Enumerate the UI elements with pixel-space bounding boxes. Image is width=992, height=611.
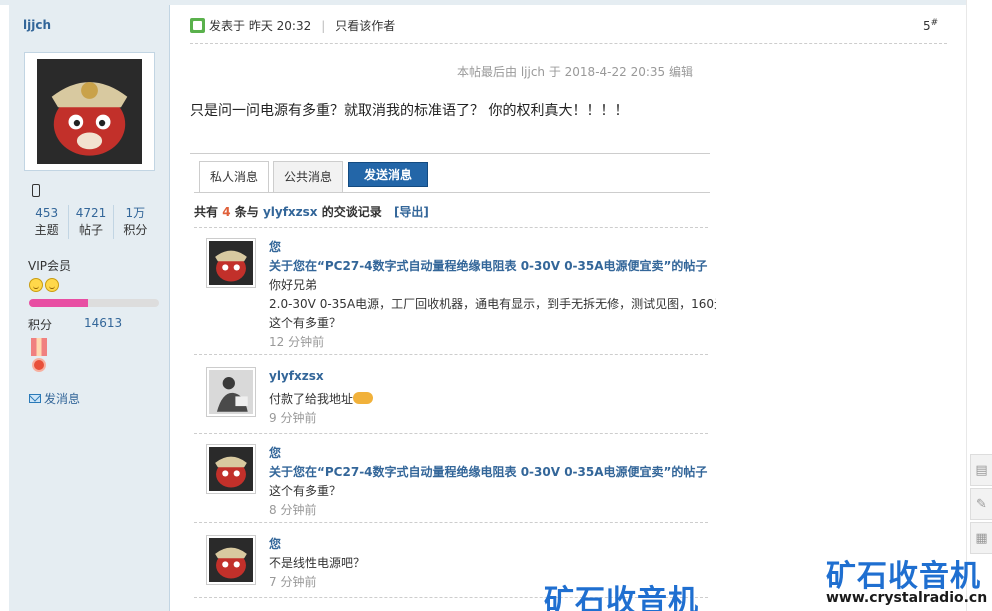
panel-top-line — [190, 153, 710, 154]
floor-value: 5 — [923, 19, 931, 33]
message-time: 8 分钟前 — [269, 503, 317, 516]
level-progress-bar — [29, 299, 159, 307]
post-meta: 发表于 昨天 20:32 | 只看该作者 — [190, 17, 395, 34]
stat-num: 1万 — [125, 206, 146, 220]
avatar[interactable] — [206, 238, 256, 288]
message-time: 12 分钟前 — [269, 335, 325, 348]
posted-time: 昨天 20:32 — [248, 19, 312, 33]
points-row: 积分 14613 — [28, 316, 122, 333]
author-sidebar: ljjch 453 主题 4721 帖子 1万 积分 VIP会员 积分 1461… — [9, 5, 170, 611]
watermark-center: 矿石收音机 — [544, 584, 699, 611]
message-sender[interactable]: 您 — [269, 238, 716, 257]
fox-avatar-image — [209, 447, 253, 491]
message-time: 9 分钟前 — [269, 411, 317, 425]
floating-toolbar: ▤ ✎ ▦ — [970, 454, 992, 556]
export-link[interactable]: [导出] — [394, 205, 429, 219]
send-message-label: 发消息 — [44, 392, 81, 406]
points-label: 积分 — [28, 318, 53, 332]
author-only-link[interactable]: 只看该作者 — [335, 17, 395, 34]
posted-prefix: 发表于 — [209, 19, 246, 33]
message-sender[interactable]: ylyfxzsx — [269, 367, 716, 386]
summary-suffix: 的交谈记录 — [321, 205, 382, 219]
list-item: 您 关于您在“PC27-4数字式自动量程绝缘电阻表 0-30V 0-35A电源便… — [206, 238, 716, 348]
phone-icon[interactable] — [32, 184, 40, 197]
mail-icon — [29, 394, 41, 403]
forum-post-page: ljjch 453 主题 4721 帖子 1万 积分 VIP会员 积分 1461… — [0, 0, 992, 611]
divider — [190, 43, 947, 44]
fox-avatar-image — [37, 59, 142, 164]
message-body: 您 关于您在“PC27-4数字式自动量程绝缘电阻表 0-30V 0-35A电源便… — [269, 444, 716, 516]
watermark-brand: 矿石收音机 — [826, 559, 981, 594]
list-item: 您 关于您在“PC27-4数字式自动量程绝缘电阻表 0-30V 0-35A电源便… — [206, 444, 716, 516]
message-subject[interactable]: 关于您在“PC27-4数字式自动量程绝缘电阻表 0-30V 0-35A电源便宜卖… — [269, 257, 716, 276]
comment-icon[interactable]: ▤ — [970, 454, 992, 486]
level-progress-fill — [29, 299, 88, 307]
send-message-link[interactable]: 发消息 — [29, 390, 80, 407]
stat-label: 主题 — [34, 223, 59, 237]
grid-icon[interactable]: ▦ — [970, 522, 992, 554]
edit-icon[interactable]: ✎ — [970, 488, 992, 520]
message-body: 您 关于您在“PC27-4数字式自动量程绝缘电阻表 0-30V 0-35A电源便… — [269, 238, 716, 348]
floor-mark: # — [930, 18, 939, 28]
right-edge — [966, 0, 967, 611]
floor-number[interactable]: 5# — [923, 18, 938, 33]
summary-count: 4 — [222, 205, 231, 219]
message-tabs: 私人消息 公共消息 发送消息 — [199, 161, 429, 193]
message-sender[interactable]: 您 — [269, 535, 716, 554]
summary-mid: 条与 — [234, 205, 259, 219]
smiley-icon — [45, 278, 59, 292]
stat-topics[interactable]: 453 主题 — [25, 205, 68, 239]
stat-posts[interactable]: 4721 帖子 — [68, 205, 112, 239]
stat-num: 4721 — [75, 206, 107, 220]
medal-ribbon — [31, 338, 47, 356]
author-username[interactable]: ljjch — [23, 18, 51, 32]
medal-icon[interactable] — [31, 338, 47, 376]
message-body: ylyfxzsx 付款了给我地址 9 分钟前 — [269, 367, 716, 427]
send-message-button[interactable]: 发送消息 — [348, 162, 429, 187]
message-line: 付款了给我地址 — [269, 392, 354, 406]
medal-disc — [32, 358, 46, 372]
conversation-summary: 共有 4 条与 ylyfxzsx 的交谈记录 [导出] — [194, 203, 429, 220]
message-subject[interactable]: 关于您在“PC27-4数字式自动量程绝缘电阻表 0-30V 0-35A电源便宜卖… — [269, 463, 716, 482]
tab-private-messages[interactable]: 私人消息 — [199, 161, 270, 193]
message-line-row: 付款了给我地址 — [269, 390, 716, 409]
divider — [194, 433, 708, 434]
level-stars — [29, 278, 59, 292]
message-line: 这个有多重？ — [269, 484, 342, 498]
handshake-emoji-icon — [353, 392, 374, 404]
message-line: 你好兄弟 — [269, 278, 318, 292]
stat-label: 积分 — [123, 223, 148, 237]
author-stats: 453 主题 4721 帖子 1万 积分 — [25, 205, 157, 239]
avatar[interactable] — [206, 367, 256, 417]
author-avatar[interactable] — [24, 52, 155, 171]
stat-points[interactable]: 1万 积分 — [112, 205, 157, 239]
post-content: 只是问一问电源有多重？就取消我的标准语了？ 你的权利真大！！！！ — [190, 103, 629, 119]
fox-avatar-image — [209, 538, 253, 582]
meta-separator: | — [321, 18, 326, 33]
smiley-icon — [29, 278, 43, 292]
divider — [194, 227, 708, 228]
divider — [194, 522, 708, 523]
tab-underline — [194, 192, 710, 193]
tab-public-messages[interactable]: 公共消息 — [273, 161, 344, 192]
avatar[interactable] — [206, 444, 256, 494]
points-value: 14613 — [84, 316, 123, 330]
avatar[interactable] — [206, 535, 256, 585]
watermark-url: www.crystalradio.cn — [826, 590, 988, 606]
online-status-icon — [190, 18, 205, 33]
stat-num: 453 — [35, 206, 59, 220]
message-line: 不是线性电源吧？ — [269, 556, 366, 570]
user-group[interactable]: VIP会员 — [28, 257, 71, 274]
photo-avatar-image — [209, 370, 253, 414]
message-line: 这个有多重？ — [269, 316, 342, 330]
summary-prefix: 共有 — [194, 205, 219, 219]
stat-label: 帖子 — [78, 223, 103, 237]
list-item: ylyfxzsx 付款了给我地址 9 分钟前 — [206, 367, 716, 427]
message-sender[interactable]: 您 — [269, 444, 716, 463]
divider — [194, 354, 708, 355]
summary-user[interactable]: ylyfxzsx — [263, 205, 318, 219]
fox-avatar-image — [209, 241, 253, 285]
edit-note: 本帖最后由 ljjch 于 2018-4-22 20:35 编辑 — [457, 65, 693, 79]
message-line: 2.0-30V 0-35A电源，工厂回收机器，通电有显示，到手无拆无修，测试见图… — [269, 297, 716, 311]
